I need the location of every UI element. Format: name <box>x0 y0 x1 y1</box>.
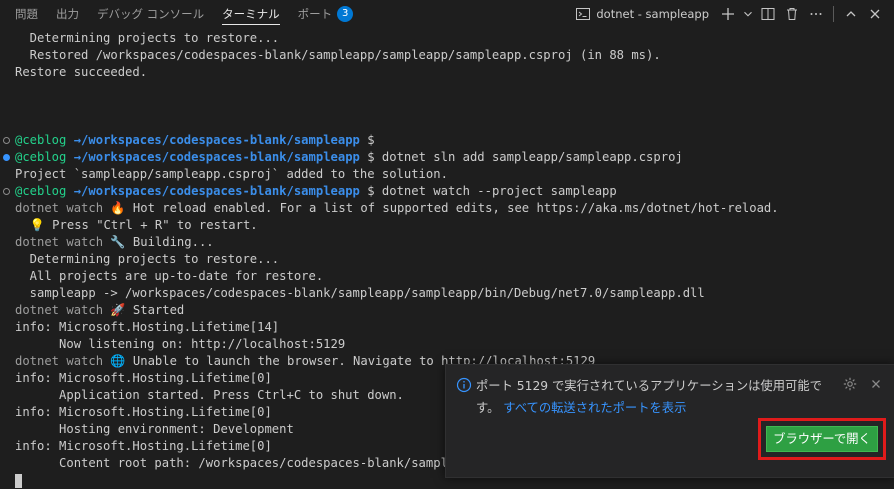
kill-terminal-button[interactable] <box>781 3 803 25</box>
watch-prefix: dotnet watch <box>15 303 104 317</box>
command-decoration-icon[interactable] <box>3 188 10 195</box>
info-icon <box>456 377 472 393</box>
terminal-line: dotnet watch 🔧 Building... <box>15 235 214 249</box>
terminal-line: Determining projects to restore... <box>15 31 280 45</box>
split-terminal-button[interactable] <box>757 3 779 25</box>
prompt-line: @ceblog →/workspaces/codespaces-blank/sa… <box>0 183 894 200</box>
close-panel-button[interactable] <box>864 3 886 25</box>
terminal-line: Project `sampleapp/sampleapp.csproj` add… <box>15 167 448 181</box>
chevron-down-icon <box>744 11 752 17</box>
maximize-panel-button[interactable] <box>840 3 862 25</box>
prompt-command: $ dotnet sln add sampleapp/sampleapp.csp… <box>367 150 683 164</box>
ports-count-badge: 3 <box>337 5 354 22</box>
prompt-path: →/workspaces/codespaces-blank/sampleapp <box>73 133 360 147</box>
split-icon <box>761 8 775 20</box>
tab-output[interactable]: 出力 <box>47 0 88 28</box>
terminal-line: info: Microsoft.Hosting.Lifetime[14] <box>15 320 280 334</box>
prompt-line: @ceblog →/workspaces/codespaces-blank/sa… <box>0 132 894 149</box>
prompt-path: →/workspaces/codespaces-blank/sampleapp <box>73 150 360 164</box>
prompt-user: @ceblog <box>15 150 67 164</box>
command-decoration-icon[interactable] <box>3 154 10 161</box>
new-terminal-button[interactable] <box>717 3 739 25</box>
tab-terminal[interactable]: ターミナル <box>213 0 289 28</box>
terminal-icon <box>576 8 591 20</box>
tab-debug-console[interactable]: デバッグ コンソール <box>88 0 213 28</box>
notification-message: ポート 5129 で実行されているアプリケーションは使用可能です。 すべての転送… <box>476 375 836 419</box>
watch-prefix: dotnet watch <box>15 201 104 215</box>
trash-icon <box>787 8 797 20</box>
prompt-line: @ceblog →/workspaces/codespaces-blank/sa… <box>0 149 894 166</box>
watch-prefix: dotnet watch <box>15 354 104 368</box>
terminal-line: sampleapp -> /workspaces/codespaces-blan… <box>15 286 705 300</box>
tab-problems[interactable]: 問題 <box>6 0 47 28</box>
port-forward-notification: ポート 5129 で実行されているアプリケーションは使用可能です。 すべての転送… <box>445 364 894 478</box>
actions-separator <box>833 6 834 22</box>
prompt-path: →/workspaces/codespaces-blank/sampleapp <box>73 184 360 198</box>
panel-actions: dotnet - sampleapp <box>575 0 886 28</box>
close-icon[interactable] <box>868 376 884 392</box>
terminal-line: dotnet watch 🔥 Hot reload enabled. For a… <box>15 201 779 215</box>
tab-ports[interactable]: ポート 3 <box>289 0 363 28</box>
terminal-selector[interactable]: dotnet - sampleapp <box>575 6 709 22</box>
terminal-line: 💡 Press "Ctrl + R" to restart. <box>15 218 258 232</box>
watch-prefix: dotnet watch <box>15 235 104 249</box>
prompt-command: $ <box>367 133 375 147</box>
more-actions-button[interactable] <box>805 3 827 25</box>
ellipsis-icon <box>810 13 822 15</box>
terminal-line: dotnet watch 🚀 Started <box>15 303 185 317</box>
panel-tabs: 問題 出力 デバッグ コンソール ターミナル ポート 3 <box>0 0 362 28</box>
chevron-up-icon <box>846 11 856 17</box>
view-forwarded-ports-link[interactable]: すべての転送されたポートを表示 <box>503 401 686 415</box>
terminal-name: dotnet - sampleapp <box>596 7 709 21</box>
terminal-line: Now listening on: http://localhost:5129 <box>15 337 346 351</box>
prompt-command: $ dotnet watch --project sampleapp <box>367 184 617 198</box>
command-decoration-icon[interactable] <box>3 137 10 144</box>
terminal-line: Restore succeeded. <box>15 65 148 79</box>
terminal-line: Restored /workspaces/codespaces-blank/sa… <box>15 48 661 62</box>
prompt-user: @ceblog <box>15 133 67 147</box>
plus-icon <box>722 8 734 20</box>
close-icon <box>870 9 880 19</box>
terminal-line: Determining projects to restore... <box>15 252 280 266</box>
panel-header: 問題 出力 デバッグ コンソール ターミナル ポート 3 dotnet - sam… <box>0 0 894 28</box>
open-in-browser-button[interactable]: ブラウザーで開く <box>766 426 878 452</box>
highlight-frame: ブラウザーで開く <box>758 418 886 460</box>
terminal-line: All projects are up-to-date for restore. <box>15 269 324 283</box>
new-terminal-dropdown[interactable] <box>741 3 755 25</box>
prompt-user: @ceblog <box>15 184 67 198</box>
gear-icon[interactable] <box>842 376 858 392</box>
